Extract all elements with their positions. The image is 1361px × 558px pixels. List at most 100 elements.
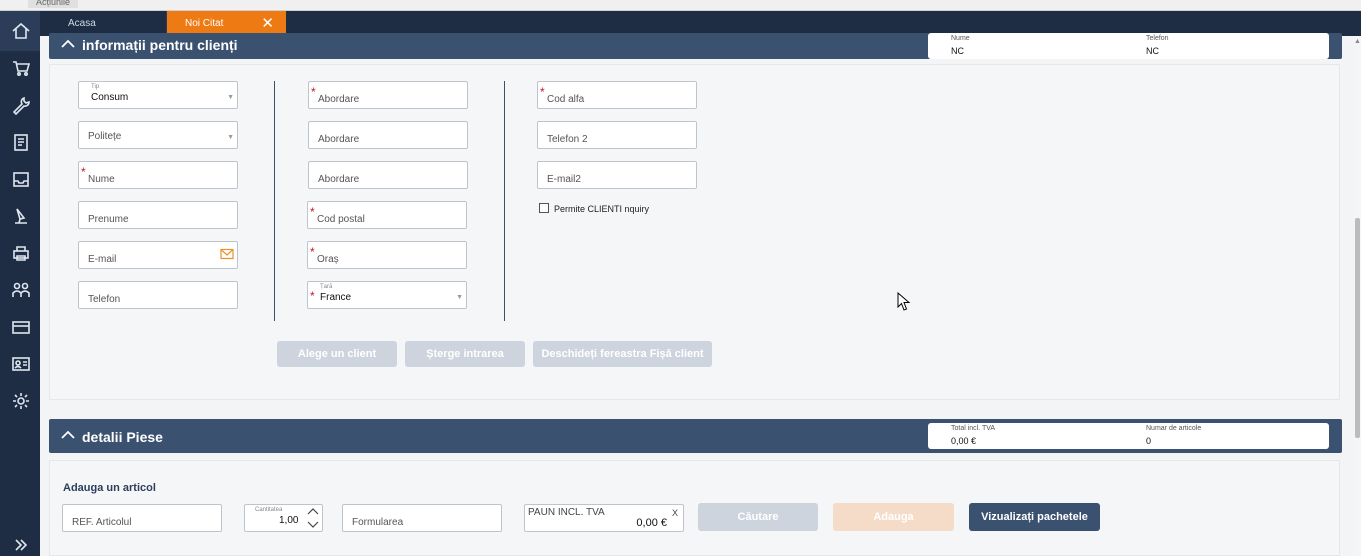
quantity-value: 1,00 <box>279 515 299 526</box>
chevron-down-icon: ▼ <box>456 294 463 301</box>
summary-count-value: 0 <box>1146 436 1152 446</box>
summary-phone-label: Telefon <box>1146 35 1169 42</box>
price-value: 0,00 € <box>636 517 667 529</box>
client-panel-title: informații pentru clienți <box>82 37 238 53</box>
people-icon[interactable] <box>11 280 31 300</box>
mail-icon[interactable] <box>220 248 234 260</box>
actions-menu-label[interactable]: Acțiunile <box>28 0 78 8</box>
gear-icon[interactable] <box>11 391 31 411</box>
abordare-placeholder-1: Abordare <box>318 94 360 105</box>
prenume-input[interactable]: Prenume <box>78 201 238 229</box>
price-label: PAUN INCL. TVA <box>528 507 605 518</box>
column-divider <box>504 81 505 321</box>
required-marker: * <box>540 85 545 99</box>
chevron-down-icon: ▼ <box>227 94 234 101</box>
quantity-label: Cantitatea <box>255 507 283 513</box>
ref-articol-input[interactable]: REF. Articolul <box>62 504 222 532</box>
mouse-cursor-icon <box>897 291 911 312</box>
tip-select[interactable]: Tip Consum ▼ <box>78 81 238 109</box>
tab-noi-citat-label: Noi Citat <box>185 18 224 29</box>
stepper-arrows-icon[interactable] <box>306 505 320 531</box>
politete-select[interactable]: Politețe ▼ <box>78 121 238 149</box>
printer-icon[interactable] <box>11 243 31 263</box>
document-icon[interactable] <box>11 132 31 152</box>
cautare-button[interactable]: Căutare <box>698 503 818 531</box>
client-summary: Nume NC Telefon NC <box>928 33 1329 59</box>
clear-icon[interactable]: X <box>672 508 678 518</box>
column-divider <box>274 81 275 321</box>
cod-alfa-input[interactable]: * Cod alfa <box>537 81 697 109</box>
summary-total-label: Total incl. TVA <box>951 425 996 432</box>
scroll-up-icon[interactable]: ▲ <box>1354 38 1361 45</box>
abordare-input-2[interactable]: Abordare <box>308 121 468 149</box>
abordare-placeholder-2: Abordare <box>318 134 360 145</box>
summary-count-label: Numar de articole <box>1146 425 1202 432</box>
required-marker: * <box>310 289 315 303</box>
scrollbar-thumb[interactable] <box>1355 218 1360 438</box>
summary-name-value: NC <box>951 46 964 56</box>
tip-label: Tip <box>91 84 100 90</box>
abordare-input-3[interactable]: Abordare <box>308 161 468 189</box>
card-icon[interactable] <box>11 317 31 337</box>
tara-select[interactable]: * Țară France ▼ <box>307 281 467 309</box>
expand-icon[interactable] <box>11 535 31 555</box>
permite-checkbox[interactable] <box>539 203 549 213</box>
add-article-title: Adauga un articol <box>63 482 156 494</box>
required-marker: * <box>311 85 316 99</box>
oras-placeholder: Oraș <box>317 254 339 265</box>
top-strip: Acțiunile <box>0 0 1361 11</box>
telefon2-placeholder: Telefon 2 <box>547 134 588 145</box>
email-placeholder: E-mail <box>88 254 117 265</box>
sidebar <box>0 11 40 556</box>
required-marker: * <box>310 245 315 259</box>
summary-total-value: 0,00 € <box>951 436 977 446</box>
chevron-down-icon: ▼ <box>227 134 234 141</box>
email-input[interactable]: E-mail <box>78 241 238 269</box>
deschide-fisa-button[interactable]: Deschideți fereastra Fișă client <box>533 341 712 367</box>
summary-phone-value: NC <box>1146 46 1159 56</box>
alege-client-button[interactable]: Alege un client <box>277 341 397 367</box>
summary-name-label: Nume <box>951 35 970 42</box>
telefon-input[interactable]: Telefon <box>78 281 238 309</box>
required-marker: * <box>81 165 86 179</box>
formularea-input[interactable]: Formularea <box>342 504 502 532</box>
vizualizati-pachete-button[interactable]: Vizualizați pachetele <box>969 503 1100 531</box>
tara-label: Țară <box>320 284 333 290</box>
prenume-placeholder: Prenume <box>88 214 129 225</box>
tip-value: Consum <box>91 92 129 103</box>
abordare-input-1[interactable]: * Abordare <box>308 81 468 109</box>
home-icon[interactable] <box>11 21 31 41</box>
quantity-stepper[interactable]: Cantitatea 1,00 <box>244 504 323 532</box>
telefon2-input[interactable]: Telefon 2 <box>537 121 697 149</box>
vertical-scrollbar[interactable]: ▲ <box>1354 36 1361 556</box>
sterge-intrarea-button[interactable]: Șterge intrarea <box>405 341 525 367</box>
politete-placeholder: Politețe <box>88 131 122 142</box>
abordare-placeholder-3: Abordare <box>318 174 360 185</box>
pen-tool-icon[interactable] <box>11 206 31 226</box>
inbox-icon[interactable] <box>11 169 31 189</box>
parts-summary: Total incl. TVA 0,00 € Numar de articole 0 <box>928 423 1329 449</box>
ref-articol-placeholder: REF. Articolul <box>72 517 132 528</box>
adauga-button[interactable]: Adauga <box>833 503 954 531</box>
wrench-icon[interactable] <box>11 95 31 116</box>
chevron-up-icon[interactable] <box>59 426 77 444</box>
contact-card-icon[interactable] <box>11 354 31 374</box>
cod-postal-input[interactable]: * Cod postal <box>307 201 467 229</box>
cart-icon[interactable] <box>11 58 31 78</box>
email2-input[interactable]: E-mail2 <box>537 161 697 189</box>
main-content: informații pentru clienți Nume NC Telefon… <box>40 33 1354 556</box>
cod-alfa-placeholder: Cod alfa <box>547 94 585 105</box>
price-input[interactable]: PAUN INCL. TVA 0,00 € X <box>524 504 684 532</box>
oras-input[interactable]: * Oraș <box>307 241 467 269</box>
parts-panel-body <box>49 460 1340 556</box>
telefon-placeholder: Telefon <box>88 294 121 305</box>
email2-placeholder: E-mail2 <box>547 174 581 185</box>
parts-panel-title: detalii Piese <box>82 429 163 445</box>
required-marker: * <box>310 205 315 219</box>
nume-input[interactable]: * Nume <box>78 161 238 189</box>
tara-value: France <box>320 292 352 303</box>
chevron-up-icon[interactable] <box>59 35 77 53</box>
formularea-placeholder: Formularea <box>352 517 404 528</box>
permite-label: Permite CLIENTI nquiry <box>554 204 650 214</box>
cod-postal-placeholder: Cod postal <box>317 214 365 225</box>
